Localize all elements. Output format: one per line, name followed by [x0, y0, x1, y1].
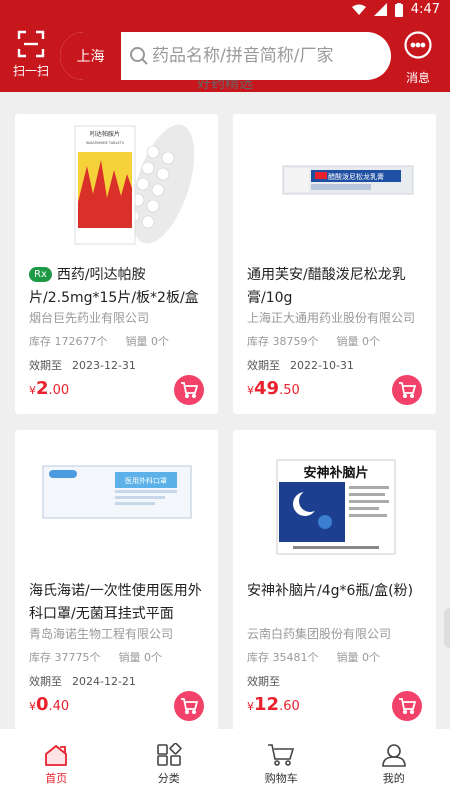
price: ¥12.60 — [247, 694, 300, 715]
scan-label: 扫一扫 — [12, 64, 49, 78]
side-edge-handle[interactable] — [444, 608, 450, 648]
chat-bubble-icon — [404, 31, 432, 59]
category-icon — [156, 743, 182, 766]
sales-count: 销量 0个 — [118, 651, 163, 664]
tab-label: 分类 — [157, 772, 180, 785]
expiry-label: 效期至 — [29, 675, 62, 688]
product-card[interactable]: 醋酸泼尼松龙乳膏 通用芙安/醋酸泼尼松龙乳膏/10g 上海正大通用药业股份有限公… — [233, 114, 436, 414]
tab-label: 购物车 — [264, 772, 298, 785]
home-icon — [45, 745, 68, 766]
bottom-tab-bar: 首页 分类 购物车 我的 — [0, 729, 450, 800]
price-decimal: .00 — [48, 383, 70, 398]
expiry-date: 2024-12-21 — [72, 675, 136, 688]
expiry-info: 效期至 2023-12-31 — [29, 357, 136, 373]
price-currency: ¥ — [247, 384, 254, 397]
manufacturer: 云南白药集团股份有限公司 — [247, 627, 392, 641]
add-to-cart-button[interactable] — [392, 691, 422, 721]
cart-icon — [181, 698, 198, 714]
tab-profile[interactable]: 我的 — [338, 729, 450, 800]
expiry-info: 效期至 2022-10-31 — [247, 357, 354, 373]
stock-info: 库存 35481个 销量 0个 — [247, 649, 380, 665]
product-name-text: 西药/吲达帕胺片/2.5mg*15片/板*2板/盒 — [29, 267, 199, 306]
product-name: 安神补脑片/4g*6瓶/盒(粉) — [247, 583, 414, 599]
cart-icon — [399, 382, 416, 398]
tab-cart[interactable]: 购物车 — [225, 729, 338, 800]
message-button[interactable]: 消息 — [398, 30, 438, 86]
product-box-name: 安神补脑片 — [303, 465, 368, 481]
expiry-label: 效期至 — [247, 675, 280, 688]
product-box-name: 醋酸泼尼松龙乳膏 — [328, 172, 384, 181]
stock-count: 库存 172677个 — [29, 335, 108, 348]
manufacturer: 青岛海诺生物工程有限公司 — [29, 627, 174, 641]
stock-info: 库存 38759个 销量 0个 — [247, 333, 380, 349]
expiry-date: 2022-10-31 — [290, 359, 354, 372]
expiry-date: 2023-12-31 — [72, 359, 136, 372]
product-box-name-en: INDAPAMIDE TABLETS — [86, 141, 125, 145]
price-decimal: .50 — [279, 383, 300, 398]
product-box-name: 吲达帕胺片 — [90, 130, 120, 138]
product-name: Rx 西药/吲达帕胺片/2.5mg*15片/板*2板/盒 — [29, 264, 211, 310]
expiry-label: 效期至 — [29, 359, 62, 372]
product-card[interactable]: 吲达帕胺片 INDAPAMIDE TABLETS Rx 西药/吲达帕胺片/2.5m… — [15, 114, 218, 414]
product-image[interactable]: 吲达帕胺片 INDAPAMIDE TABLETS — [15, 114, 218, 254]
tab-home[interactable]: 首页 — [0, 729, 113, 800]
tab-category[interactable]: 分类 — [113, 729, 226, 800]
cart-icon — [268, 744, 295, 766]
user-icon — [381, 744, 406, 767]
search-bar[interactable]: 上海 — [60, 32, 391, 80]
status-time: 4:47 — [410, 2, 440, 17]
stock-info: 库存 37775个 销量 0个 — [29, 649, 162, 665]
add-to-cart-button[interactable] — [174, 691, 204, 721]
price-integer: 2 — [36, 378, 49, 399]
status-bar: 4:47 — [0, 0, 450, 20]
product-name: 海氏海诺/一次性使用医用外科口罩/无菌耳挂式平面 — [29, 583, 202, 622]
price-currency: ¥ — [29, 700, 36, 713]
stock-count: 库存 37775个 — [29, 651, 101, 664]
product-box-name: 医用外科口罩 — [125, 476, 167, 485]
rx-badge: Rx — [29, 267, 52, 282]
city-selector[interactable]: 上海 — [60, 32, 121, 80]
product-name: 通用芙安/醋酸泼尼松龙乳膏/10g — [247, 267, 406, 306]
signal-icon — [373, 3, 387, 16]
price-integer: 0 — [36, 694, 49, 715]
price-currency: ¥ — [29, 384, 36, 397]
tab-label: 我的 — [382, 772, 405, 785]
wifi-icon — [351, 4, 366, 15]
scan-button[interactable]: 扫一扫 — [10, 30, 52, 79]
price: ¥0.40 — [29, 694, 69, 715]
price: ¥49.50 — [247, 378, 300, 399]
product-image[interactable]: 醋酸泼尼松龙乳膏 — [233, 114, 436, 254]
section-title: 好药精选 — [197, 80, 253, 92]
product-image[interactable]: 医用外科口罩 — [15, 430, 218, 570]
product-card[interactable]: 安神补脑片 安神补脑片/4g*6瓶/盒(粉) 云南白药集团股份有限公司 库存 3… — [233, 430, 436, 730]
price-decimal: .60 — [279, 699, 300, 714]
price-integer: 49 — [254, 378, 280, 399]
tab-label: 首页 — [45, 772, 68, 785]
search-input[interactable] — [152, 32, 382, 80]
expiry-info: 效期至 2024-12-21 — [29, 673, 136, 689]
cart-icon — [399, 698, 416, 714]
stock-count: 库存 38759个 — [247, 335, 319, 348]
price-currency: ¥ — [247, 700, 254, 713]
battery-icon — [394, 2, 403, 17]
price-integer: 12 — [254, 694, 280, 715]
sales-count: 销量 0个 — [125, 335, 170, 348]
manufacturer: 烟台巨先药业有限公司 — [29, 311, 150, 325]
scan-icon — [17, 30, 45, 58]
expiry-info: 效期至 — [247, 673, 290, 689]
price-decimal: .40 — [48, 699, 70, 714]
product-card[interactable]: 医用外科口罩 海氏海诺/一次性使用医用外科口罩/无菌耳挂式平面 青岛海诺生物工程… — [15, 430, 218, 730]
expiry-label: 效期至 — [247, 359, 280, 372]
search-icon — [130, 47, 148, 65]
sales-count: 销量 0个 — [336, 651, 381, 664]
sales-count: 销量 0个 — [336, 335, 381, 348]
add-to-cart-button[interactable] — [392, 375, 422, 405]
price: ¥2.00 — [29, 378, 69, 399]
add-to-cart-button[interactable] — [174, 375, 204, 405]
stock-info: 库存 172677个 销量 0个 — [29, 333, 169, 349]
product-image[interactable]: 安神补脑片 — [233, 430, 436, 570]
manufacturer: 上海正大通用药业股份有限公司 — [247, 311, 416, 325]
cart-icon — [181, 382, 198, 398]
stock-count: 库存 35481个 — [247, 651, 319, 664]
